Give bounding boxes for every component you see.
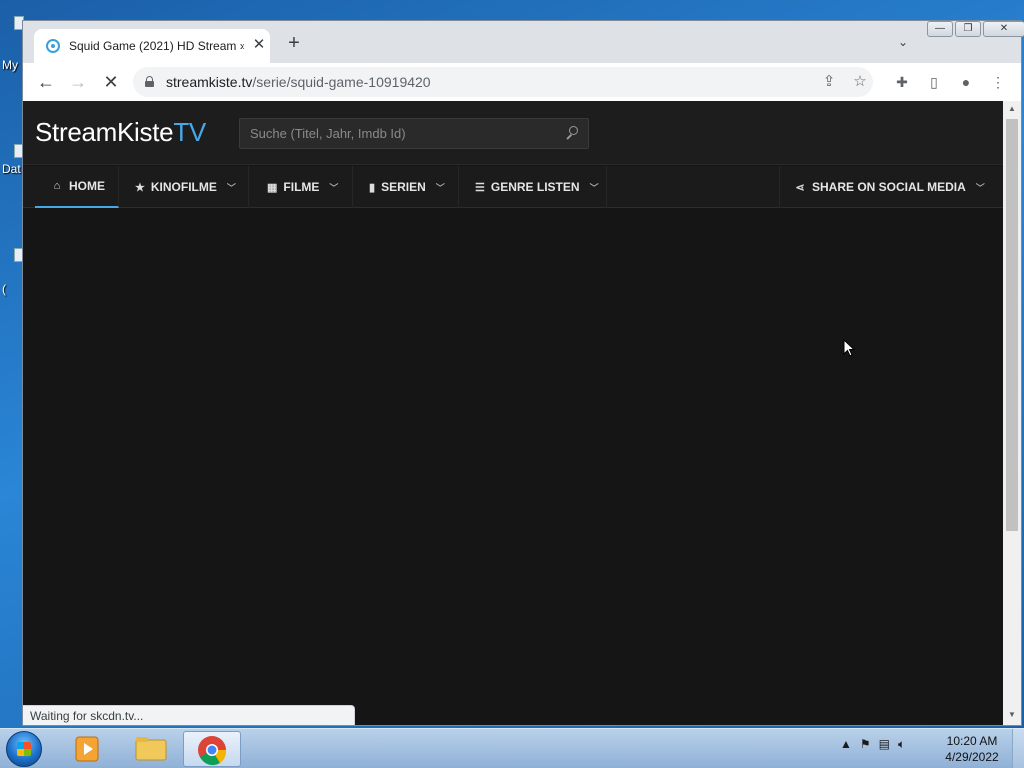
- film-icon: ▦: [267, 181, 278, 194]
- logo-tv-text: TV: [173, 117, 206, 147]
- site-logo[interactable]: StreamKisteTV: [35, 117, 206, 148]
- nav-share-social[interactable]: ⋖ SHARE ON SOCIAL MEDIA ﹀: [779, 166, 1001, 208]
- share-icon: ⋖: [795, 181, 805, 194]
- start-button[interactable]: [6, 731, 42, 767]
- side-panel-icon[interactable]: ▯: [925, 73, 943, 91]
- show-desktop-button[interactable]: [1012, 729, 1024, 768]
- browser-window: Squid Game (2021) HD Stream » ✕ + ⌄ — ❐ …: [22, 20, 1024, 726]
- mouse-cursor-icon: [843, 339, 855, 357]
- chevron-down-icon: ﹀: [975, 182, 985, 193]
- tray-volume-icon[interactable]: 🔈︎: [898, 737, 905, 752]
- browser-menu-kebab-icon[interactable]: ⋮: [989, 73, 1007, 91]
- logo-main-text: StreamKiste: [35, 117, 174, 147]
- taskbar-clock[interactable]: 10:20 AM 4/29/2022: [940, 733, 1004, 765]
- folder-icon: [135, 737, 167, 761]
- tab-title: Squid Game (2021) HD Stream »: [69, 39, 244, 53]
- chevron-down-icon: ﹀: [226, 182, 236, 193]
- desktop-icon-label-2: Dat: [2, 162, 21, 176]
- chevron-down-icon: ﹀: [589, 182, 599, 193]
- nav-home[interactable]: ⌂ HOME: [35, 166, 119, 208]
- site-header: StreamKisteTV: [23, 101, 1003, 165]
- site-search-input[interactable]: [240, 119, 560, 148]
- search-icon[interactable]: [566, 126, 580, 140]
- taskbar-file-explorer[interactable]: [122, 731, 180, 767]
- profile-avatar-icon[interactable]: ●: [957, 73, 975, 91]
- nav-filme-label: FILME: [283, 180, 320, 194]
- site-main-nav: ⌂ HOME ★ KINOFILME ﹀ ▦ FILME ﹀ ▮ SERIEN …: [23, 166, 1003, 208]
- forward-arrow-icon[interactable]: →: [67, 71, 89, 93]
- clock-time: 10:20 AM: [946, 734, 998, 748]
- nav-genre-listen[interactable]: ☰ GENRE LISTEN ﹀: [461, 166, 607, 208]
- nav-serien[interactable]: ▮ SERIEN ﹀: [355, 166, 459, 208]
- star-icon: ★: [135, 181, 145, 194]
- windows-taskbar: ▲ ⚑ ▤ 🔈︎ 10:20 AM 4/29/2022: [0, 728, 1024, 768]
- media-player-icon: [75, 736, 99, 762]
- new-tab-plus-icon[interactable]: +: [284, 33, 304, 53]
- page-scrollbar[interactable]: ▲ ▼: [1003, 101, 1021, 725]
- nav-filme[interactable]: ▦ FILME ﹀: [253, 166, 353, 208]
- site-search-box: [239, 118, 589, 149]
- scroll-down-arrow-icon[interactable]: ▼: [1003, 707, 1021, 723]
- tab-strip: Squid Game (2021) HD Stream » ✕ + ⌄ — ❐ …: [23, 21, 1024, 63]
- home-icon: ⌂: [53, 180, 61, 192]
- tab-close-icon[interactable]: ✕: [250, 36, 268, 54]
- url-host: streamkiste.tv: [166, 74, 253, 90]
- tray-action-center-flag-icon[interactable]: ⚑: [860, 737, 871, 752]
- system-tray: ▲ ⚑ ▤ 🔈︎: [840, 737, 905, 752]
- bookmark-star-icon[interactable]: ☆: [851, 73, 869, 91]
- browser-toolbar: ← → ✕ streamkiste.tv/serie/squid-game-10…: [23, 63, 1021, 101]
- close-window-button[interactable]: ✕: [983, 21, 1024, 37]
- taskbar-media-player[interactable]: [60, 731, 118, 767]
- chrome-icon: [198, 736, 227, 766]
- url-path: /serie/squid-game-10919420: [252, 74, 431, 90]
- page-viewport: StreamKisteTV ⌂ HOME ★ KINOFILME ﹀ ▦ FIL…: [23, 101, 1021, 725]
- back-arrow-icon[interactable]: ←: [35, 71, 57, 93]
- share-page-icon[interactable]: ⇪: [820, 73, 838, 91]
- minimize-button[interactable]: —: [927, 21, 953, 37]
- chevron-down-icon: ﹀: [435, 182, 445, 193]
- list-icon: ☰: [475, 181, 485, 194]
- nav-serien-label: SERIEN: [381, 180, 426, 194]
- extensions-puzzle-icon[interactable]: ✚: [893, 73, 911, 91]
- tab-squid-game[interactable]: Squid Game (2021) HD Stream » ✕: [34, 29, 270, 63]
- chevron-down-icon: ﹀: [329, 182, 339, 193]
- scroll-up-arrow-icon[interactable]: ▲: [1003, 101, 1021, 117]
- stop-loading-icon[interactable]: ✕: [100, 71, 122, 93]
- window-controls: — ❐ ✕: [927, 21, 1024, 39]
- desktop-icon-label-3: (: [2, 282, 6, 296]
- nav-genre-listen-label: GENRE LISTEN: [490, 180, 580, 194]
- url-text[interactable]: streamkiste.tv/serie/squid-game-10919420: [166, 74, 431, 90]
- lock-icon[interactable]: [145, 76, 154, 87]
- loading-status-bubble: Waiting for skcdn.tv...: [23, 705, 355, 725]
- site-favicon-icon: [46, 39, 60, 53]
- bookmark-icon: ▮: [369, 181, 376, 194]
- tray-network-icon[interactable]: ▤: [879, 737, 890, 752]
- restore-button[interactable]: ❐: [955, 21, 981, 37]
- nav-share-label: SHARE ON SOCIAL MEDIA: [812, 180, 966, 194]
- scroll-thumb[interactable]: [1006, 119, 1018, 531]
- address-bar[interactable]: streamkiste.tv/serie/squid-game-10919420…: [133, 67, 873, 97]
- desktop-icon-label-1: My: [2, 58, 18, 72]
- clock-date: 4/29/2022: [945, 750, 999, 764]
- tab-search-chevron-icon[interactable]: ⌄: [895, 35, 911, 51]
- taskbar-chrome[interactable]: [183, 731, 241, 767]
- tray-expand-arrow-icon[interactable]: ▲: [840, 737, 852, 752]
- nav-home-label: HOME: [69, 179, 105, 193]
- nav-kinofilme-label: KINOFILME: [150, 180, 217, 194]
- nav-kinofilme[interactable]: ★ KINOFILME ﹀: [121, 166, 249, 208]
